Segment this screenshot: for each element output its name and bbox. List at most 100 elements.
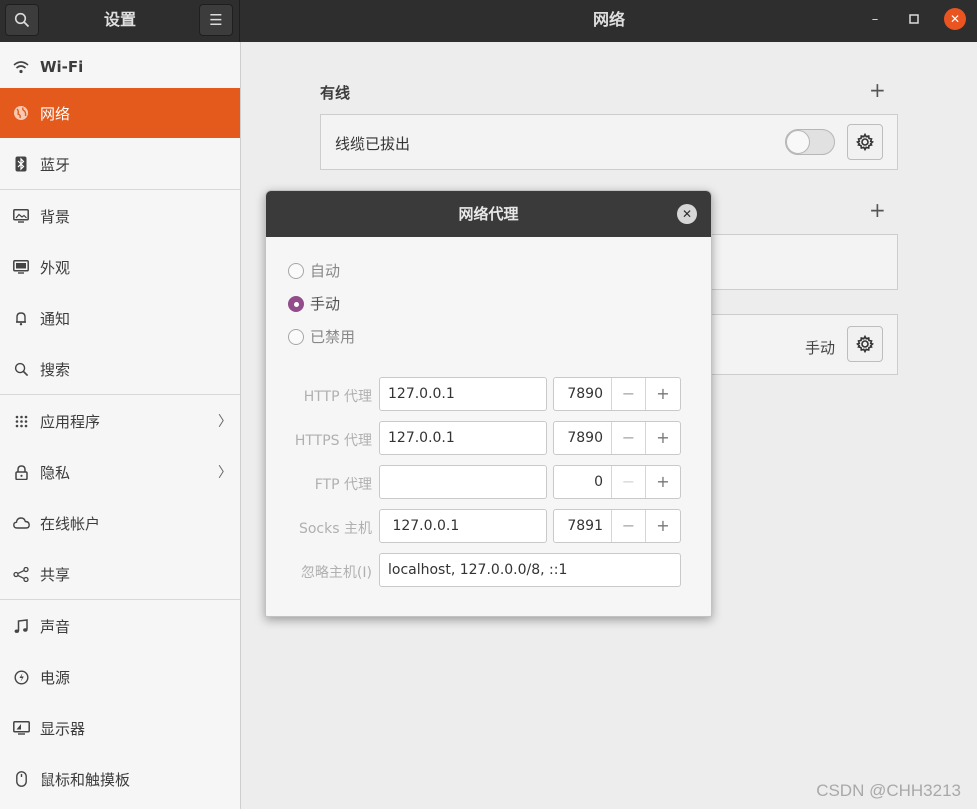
sidebar-item-wifi[interactable]: Wi-Fi [0, 42, 240, 92]
search-icon [14, 12, 30, 28]
sidebar-item-sound[interactable]: 声音 [0, 601, 240, 651]
port-value[interactable]: 7890 [554, 422, 612, 454]
sidebar-item-label: 应用程序 [40, 412, 101, 431]
sidebar-item-search[interactable]: 搜索 [0, 344, 240, 394]
sidebar-divider [0, 394, 240, 395]
decrement-button[interactable]: − [612, 422, 646, 454]
add-vpn-button[interactable]: + [869, 198, 886, 222]
sidebar-item-label: 通知 [40, 309, 71, 328]
radio-label: 自动 [310, 262, 341, 280]
radio-manual[interactable]: 手动 [288, 293, 340, 314]
header-bar: 设置 ☰ 网络 – ✕ [0, 0, 977, 42]
wired-settings-button[interactable] [847, 124, 883, 160]
sidebar-item-label: 在线帐户 [40, 514, 101, 533]
add-wired-button[interactable]: + [869, 78, 886, 102]
port-value[interactable]: 7891 [554, 510, 612, 542]
sidebar-item-applications[interactable]: 应用程序 〉 [0, 396, 240, 446]
https-proxy-label: HTTPS 代理 [294, 433, 372, 449]
plus-icon: + [869, 78, 886, 102]
watermark: CSDN @CHH3213 [816, 781, 961, 800]
socks-host-input[interactable] [379, 509, 547, 543]
sidebar-header: 设置 ☰ [0, 0, 240, 42]
close-icon: ✕ [949, 12, 961, 26]
increment-button[interactable]: + [646, 466, 680, 498]
network-icon [12, 104, 30, 122]
increment-button[interactable]: + [646, 510, 680, 542]
wired-toggle[interactable] [785, 129, 835, 155]
radio-label: 手动 [310, 295, 341, 313]
chevron-right-icon: 〉 [218, 465, 232, 481]
minimize-button[interactable]: – [864, 8, 886, 30]
search-button[interactable] [5, 4, 39, 36]
menu-button[interactable]: ☰ [199, 4, 233, 36]
radio-circle-checked [288, 295, 304, 312]
sidebar-item-power[interactable]: 电源 [0, 652, 240, 702]
minimize-icon: – [871, 11, 879, 27]
dialog-title: 网络代理 [266, 191, 711, 237]
socks-port-spinner[interactable]: 7891 − + [553, 509, 681, 543]
music-note-icon [12, 617, 30, 635]
sidebar-item-network[interactable]: 网络 [0, 88, 240, 138]
radio-circle [288, 262, 304, 279]
sidebar-item-label: 蓝牙 [40, 155, 71, 174]
radio-disabled[interactable]: 已禁用 [288, 326, 355, 347]
radio-auto[interactable]: 自动 [288, 260, 340, 281]
sidebar-item-appearance[interactable]: 外观 [0, 242, 240, 292]
sidebar-item-bluetooth[interactable]: 蓝牙 [0, 139, 240, 189]
port-value[interactable]: 7890 [554, 378, 612, 410]
sidebar-item-label: 声音 [40, 617, 71, 636]
decrement-button[interactable]: − [612, 378, 646, 410]
port-value[interactable]: 0 [554, 466, 612, 498]
share-icon [12, 565, 30, 583]
background-icon [12, 207, 30, 225]
window-close-button[interactable]: ✕ [944, 8, 966, 30]
display-icon [12, 719, 30, 737]
proxy-settings-button[interactable] [847, 326, 883, 362]
sidebar-item-label: 显示器 [40, 719, 86, 738]
decrement-button[interactable]: − [612, 466, 646, 498]
sidebar-item-label: 电源 [40, 668, 71, 687]
lock-icon [12, 463, 30, 481]
sidebar: Wi-Fi 网络 蓝牙 背景 外观 通知 搜索 应用程序 〉 隐私 〉 在线帐户… [0, 42, 241, 809]
ftp-proxy-port-spinner[interactable]: 0 − + [553, 465, 681, 499]
dialog-close-button[interactable]: ✕ [677, 204, 697, 224]
toggle-knob [786, 130, 810, 154]
maximize-button[interactable] [903, 8, 925, 30]
gear-icon [856, 335, 874, 353]
sidebar-item-mouse-touchpad[interactable]: 鼠标和触摸板 [0, 754, 240, 804]
ignore-hosts-input[interactable] [379, 553, 681, 587]
bell-icon [12, 309, 30, 327]
https-proxy-host-input[interactable] [379, 421, 547, 455]
sidebar-item-label: 外观 [40, 258, 71, 277]
apps-grid-icon [12, 412, 30, 430]
network-proxy-dialog: 网络代理 ✕ 自动 手动 已禁用 HTTP 代理 7890 − + HTTPS … [265, 190, 712, 617]
socks-host-label: Socks 主机 [298, 521, 372, 537]
decrement-button[interactable]: − [612, 510, 646, 542]
ignore-hosts-label: 忽略主机(I) [300, 565, 372, 581]
maximize-icon [909, 14, 919, 24]
increment-button[interactable]: + [646, 378, 680, 410]
radio-label: 已禁用 [310, 328, 356, 346]
sidebar-item-background[interactable]: 背景 [0, 191, 240, 241]
ftp-proxy-host-input[interactable] [379, 465, 547, 499]
appearance-icon [12, 258, 30, 276]
sidebar-item-label: 网络 [40, 104, 71, 123]
sidebar-divider [0, 189, 240, 190]
increment-button[interactable]: + [646, 422, 680, 454]
sidebar-item-label: 隐私 [40, 463, 71, 482]
sidebar-item-privacy[interactable]: 隐私 〉 [0, 447, 240, 497]
sidebar-item-label: 共享 [40, 565, 71, 584]
sidebar-title: 设置 [103, 10, 136, 29]
http-proxy-port-spinner[interactable]: 7890 − + [553, 377, 681, 411]
sidebar-divider [0, 599, 240, 600]
wired-connection-row: 线缆已拔出 [320, 114, 898, 170]
sidebar-item-online-accounts[interactable]: 在线帐户 [0, 498, 240, 548]
https-proxy-port-spinner[interactable]: 7890 − + [553, 421, 681, 455]
sidebar-item-notifications[interactable]: 通知 [0, 293, 240, 343]
http-proxy-host-input[interactable] [379, 377, 547, 411]
power-icon [12, 668, 30, 686]
sidebar-item-sharing[interactable]: 共享 [0, 549, 240, 599]
http-proxy-label: HTTP 代理 [303, 389, 372, 405]
sidebar-item-label: Wi-Fi [40, 58, 84, 76]
sidebar-item-displays[interactable]: 显示器 [0, 703, 240, 753]
